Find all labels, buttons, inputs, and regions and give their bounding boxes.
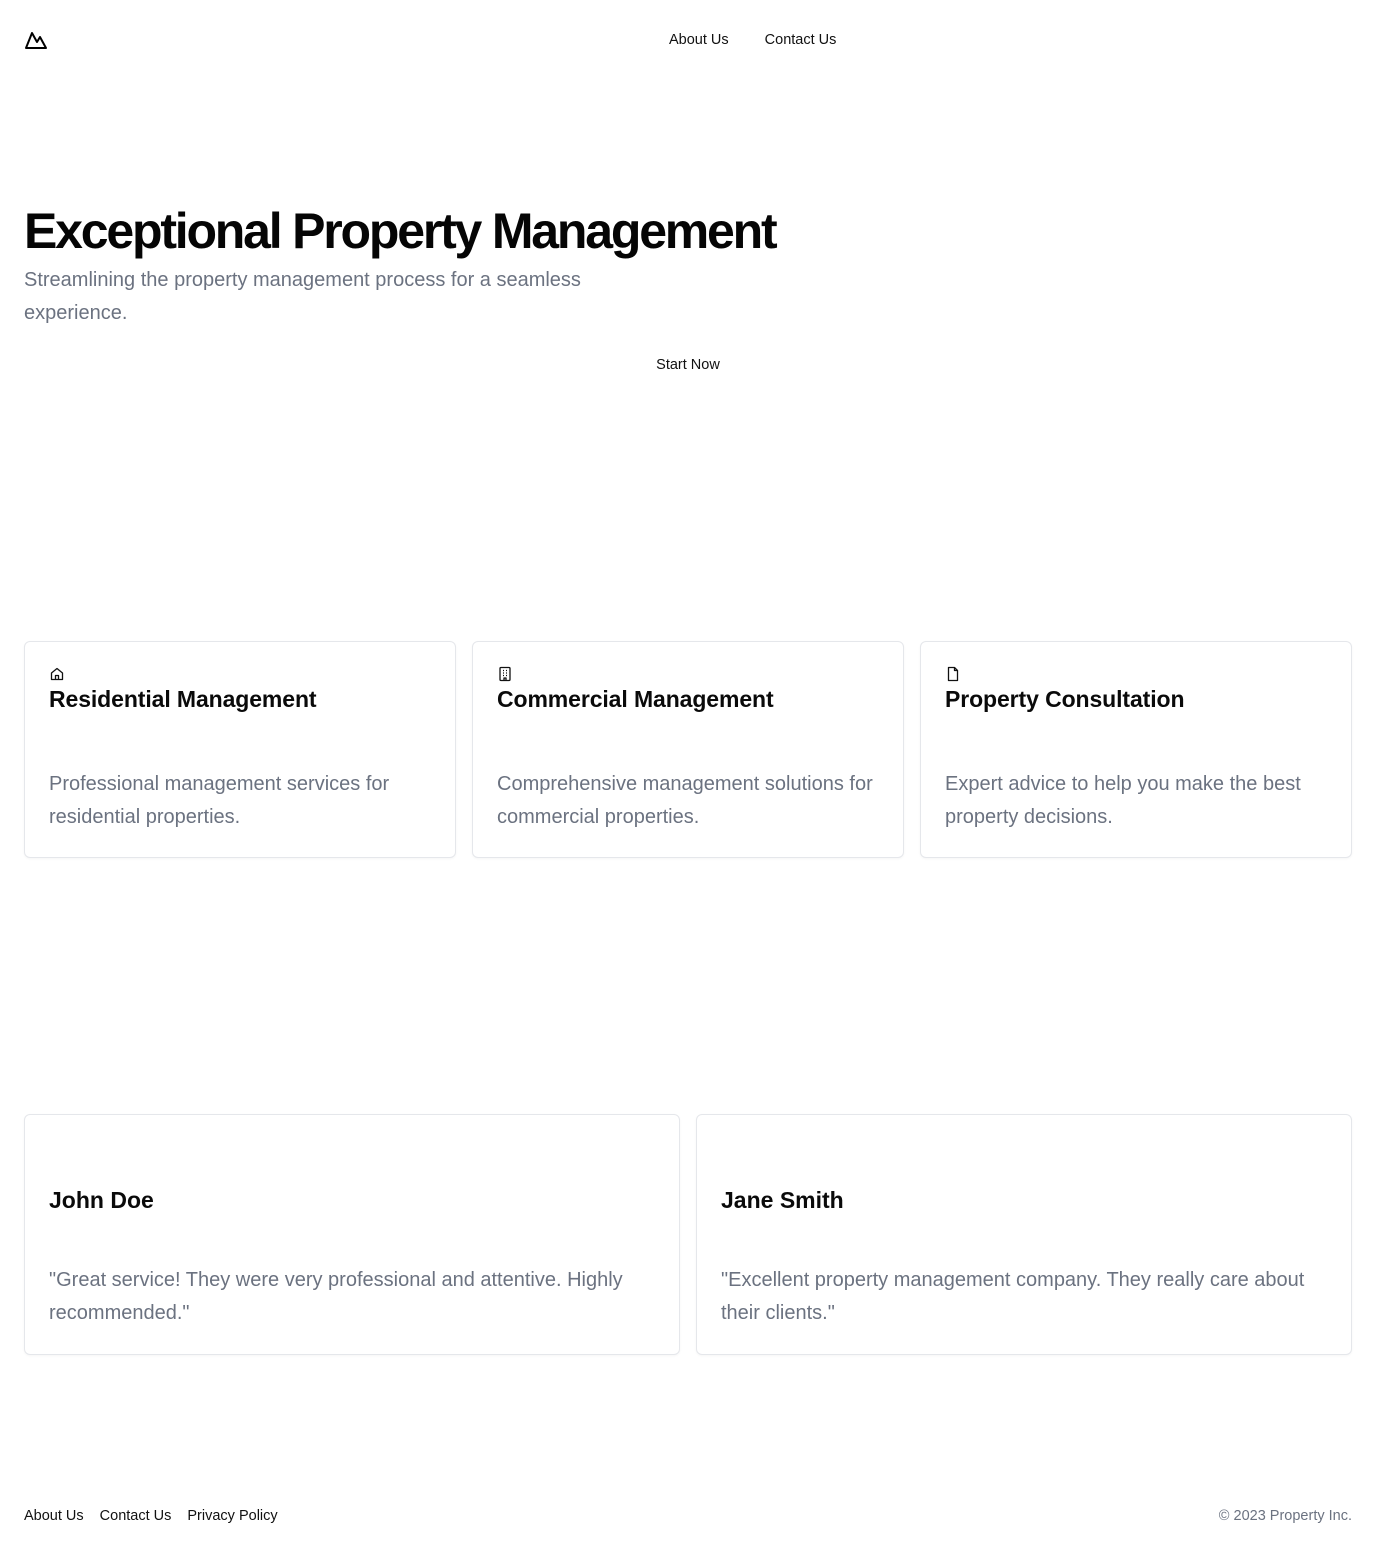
testimonial-name: Jane Smith (721, 1187, 844, 1213)
services-section: Residential Management Professional mana… (24, 641, 1352, 858)
footer-link-about-us[interactable]: About Us (24, 1506, 84, 1526)
service-description: Professional management services for res… (49, 773, 390, 828)
building-icon (499, 666, 511, 682)
nav-contact-us[interactable]: Contact Us (765, 31, 837, 49)
testimonials-section: John Doe "Great service! They were very … (24, 1114, 1352, 1355)
footer-link-privacy-policy[interactable]: Privacy Policy (187, 1506, 277, 1526)
start-now-button[interactable]: Start Now (624, 353, 752, 377)
service-title: Residential Management (49, 686, 317, 712)
footer-links: About Us Contact Us Privacy Policy (24, 1506, 1352, 1526)
home-icon (50, 667, 64, 681)
hero-section: Exceptional Property Management Streamli… (24, 200, 1352, 373)
service-title: Property Consultation (945, 686, 1185, 712)
hero-title: Exceptional Property Management (24, 203, 778, 259)
footer-link-contact-us[interactable]: Contact Us (100, 1506, 172, 1526)
service-card-consultation: Property Consultation Expert advice to h… (920, 641, 1352, 858)
testimonial-quote: "Excellent property management company. … (721, 1269, 1305, 1324)
testimonial-name: John Doe (49, 1187, 154, 1213)
service-card-commercial: Commercial Management Comprehensive mana… (472, 641, 904, 858)
nav-about-us[interactable]: About Us (669, 31, 729, 49)
site-footer: About Us Contact Us Privacy Policy © 202… (24, 1506, 1352, 1528)
testimonial-card: John Doe "Great service! They were very … (24, 1114, 680, 1355)
service-card-residential: Residential Management Professional mana… (24, 641, 456, 858)
hero-subtitle: Streamlining the property management pro… (24, 269, 581, 324)
testimonial-card: Jane Smith "Excellent property managemen… (696, 1114, 1352, 1355)
service-description: Comprehensive management solutions for c… (497, 773, 873, 828)
service-description: Expert advice to help you make the best … (945, 773, 1301, 828)
mountain-icon[interactable] (24, 29, 48, 51)
main-nav: About Us Contact Us (669, 31, 836, 49)
site-header: About Us Contact Us (0, 0, 1376, 80)
service-title: Commercial Management (497, 686, 774, 712)
copyright-text: © 2023 Property Inc. (1218, 1508, 1352, 1524)
testimonial-quote: "Great service! They were very professio… (49, 1269, 623, 1324)
file-icon (947, 666, 959, 682)
